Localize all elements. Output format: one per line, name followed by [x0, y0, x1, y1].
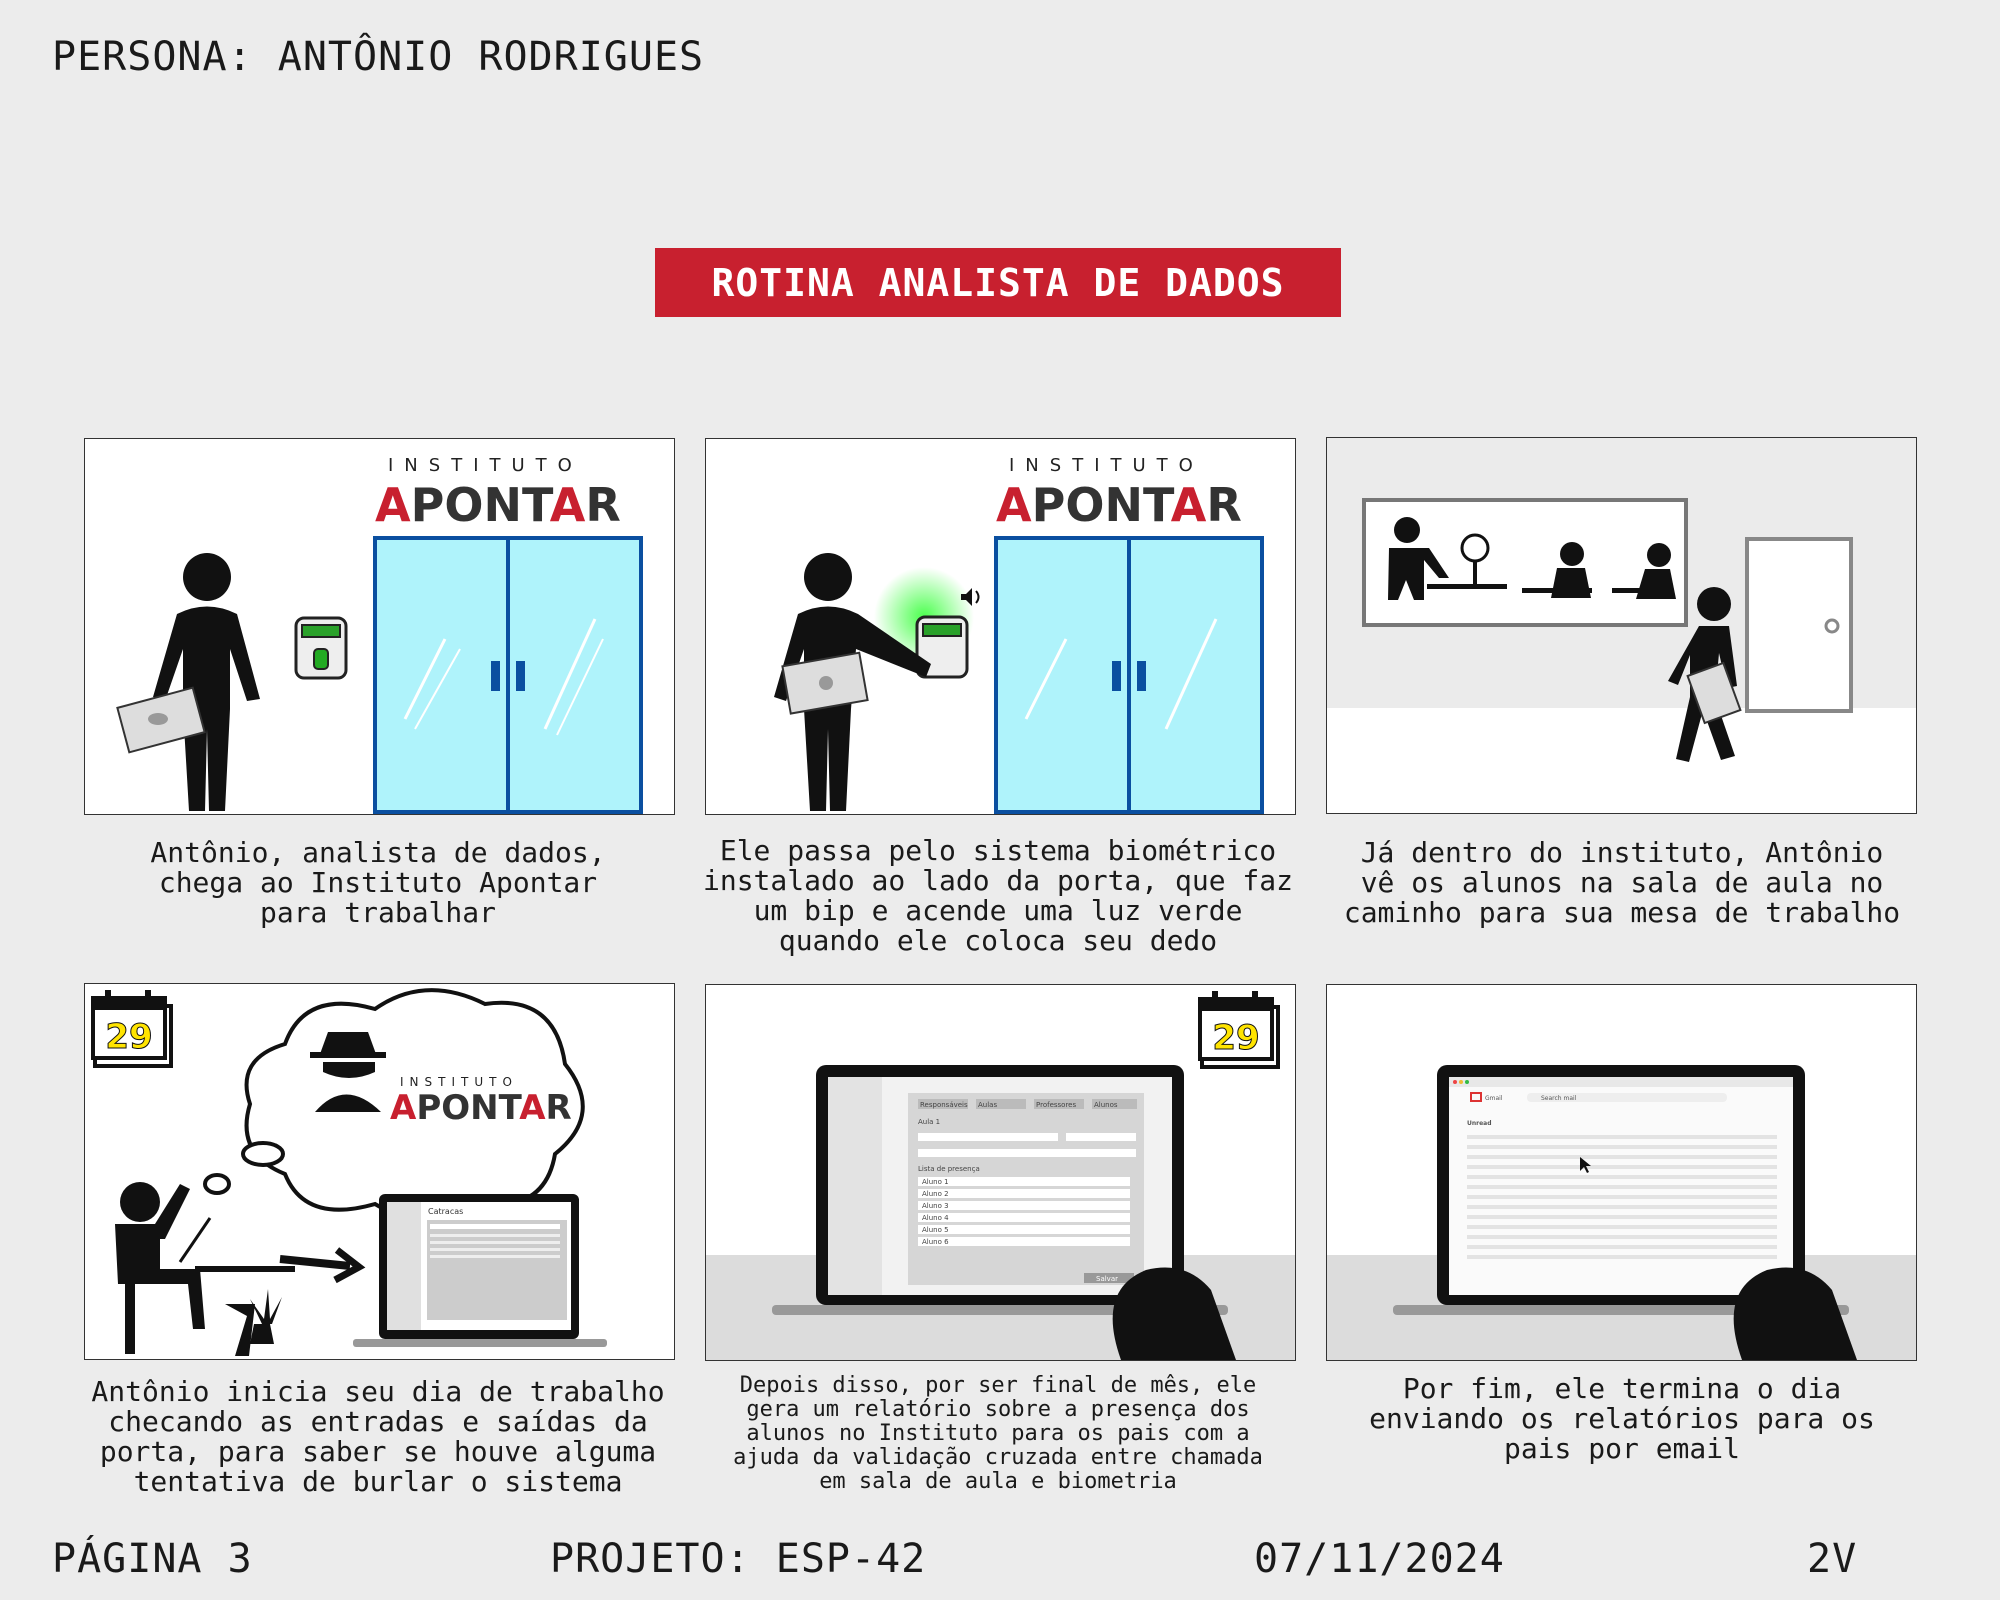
storyboard-panel-6: Gmail Search mail Unread: [1326, 984, 1917, 1361]
plant-icon: [250, 1289, 282, 1344]
svg-text:Search mail: Search mail: [1541, 1095, 1577, 1102]
svg-text:Aluno 6: Aluno 6: [922, 1238, 949, 1246]
svg-text:Aulas: Aulas: [978, 1101, 997, 1109]
svg-text:29: 29: [1212, 1018, 1259, 1058]
svg-text:APONTAR: APONTAR: [996, 478, 1242, 532]
svg-text:Aluno 2: Aluno 2: [922, 1190, 949, 1198]
svg-text:APONTAR: APONTAR: [390, 1088, 572, 1128]
svg-text:Unread: Unread: [1467, 1120, 1492, 1127]
storyboard-panel-1: INSTITUTO APONTAR: [84, 438, 675, 815]
svg-text:Aluno 3: Aluno 3: [922, 1202, 949, 1210]
classroom-door: [1745, 537, 1853, 713]
svg-text:Aluno 1: Aluno 1: [922, 1178, 949, 1186]
calendar-icon: 29: [1198, 991, 1280, 1069]
svg-text:Aluno 5: Aluno 5: [922, 1226, 949, 1234]
institute-logo: INSTITUTO APONTAR: [375, 455, 621, 532]
classroom-window: [1362, 498, 1688, 627]
svg-text:INSTITUTO: INSTITUTO: [1009, 455, 1204, 476]
panel-2-caption: Ele passa pelo sistema biométrico instal…: [702, 834, 1293, 957]
institute-logo: INSTITUTO APONTAR: [996, 455, 1242, 532]
svg-text:INSTITUTO: INSTITUTO: [388, 455, 583, 476]
document-date: 07/11/2024: [1254, 1536, 1505, 1582]
antonio-figure: [153, 553, 260, 811]
svg-text:Responsáveis: Responsáveis: [920, 1101, 968, 1109]
panel-1-caption: Antônio, analista de dados, chega ao Ins…: [150, 836, 606, 929]
panel-6-caption: Por fim, ele termina o dia enviando os r…: [1369, 1372, 1875, 1465]
storyboard-panel-2: INSTITUTO APONTAR: [705, 438, 1296, 815]
version-label: 2V: [1807, 1536, 1858, 1582]
svg-text:Aula 1: Aula 1: [918, 1118, 940, 1126]
panel-4-caption: Antônio inicia seu dia de trabalho checa…: [91, 1375, 665, 1498]
biometric-reader: [294, 616, 348, 680]
panel-5-caption: Depois disso, por ser final de mês, ele …: [733, 1373, 1263, 1494]
calendar-icon: 29: [91, 990, 173, 1068]
panel-3-caption: Já dentro do instituto, Antônio vê os al…: [1343, 836, 1901, 929]
svg-text:Aluno 4: Aluno 4: [922, 1214, 949, 1222]
glass-door: [994, 536, 1264, 814]
persona-title: PERSONA: ANTÔNIO RODRIGUES: [52, 34, 705, 80]
glass-door: [373, 536, 643, 814]
svg-text:APONTAR: APONTAR: [375, 478, 621, 532]
storyboard-panel-3: [1326, 437, 1917, 814]
svg-text:Salvar: Salvar: [1096, 1275, 1118, 1283]
svg-text:Gmail: Gmail: [1485, 1095, 1503, 1102]
svg-text:Alunos: Alunos: [1094, 1101, 1118, 1109]
routine-banner: ROTINA ANALISTA DE DADOS: [655, 248, 1341, 317]
storyboard-panel-4: 29 INSTITUTO APONTAR Catracas: [84, 983, 675, 1360]
svg-text:INSTITUTO: INSTITUTO: [400, 1075, 518, 1089]
project-code: PROJETO: ESP-42: [550, 1536, 927, 1582]
laptop-screen-catracas: Catracas: [353, 1194, 607, 1347]
svg-text:Lista de presença: Lista de presença: [918, 1165, 980, 1173]
svg-text:29: 29: [105, 1017, 152, 1057]
arrow-icon: [279, 1247, 366, 1284]
svg-text:Professores: Professores: [1036, 1101, 1076, 1109]
page-number: PÁGINA 3: [52, 1536, 253, 1582]
storyboard-panel-5: 29 Responsáveis Aulas Professores Alunos…: [705, 984, 1296, 1361]
svg-text:Catracas: Catracas: [428, 1207, 463, 1216]
